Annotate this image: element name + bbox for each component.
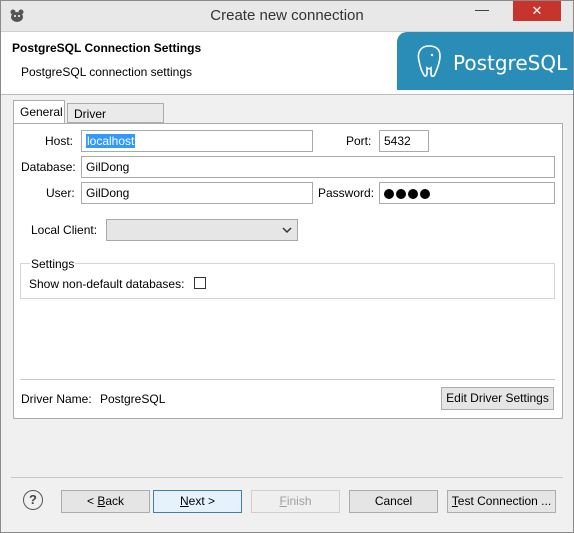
password-label: Password:	[318, 186, 375, 200]
port-input[interactable]: 5432	[379, 130, 429, 152]
show-non-default-label: Show non-default databases:	[29, 277, 185, 291]
postgresql-logo-text: PostgreSQL	[453, 51, 568, 75]
host-input[interactable]: localhost	[81, 130, 313, 152]
close-button[interactable]: ✕	[513, 1, 561, 21]
help-icon[interactable]: ?	[23, 490, 43, 510]
edit-driver-settings-button[interactable]: Edit Driver Settings	[441, 387, 554, 410]
driver-name-label: Driver Name:	[21, 392, 92, 406]
finish-mnemonic: F	[279, 494, 287, 508]
title-bar[interactable]: Create new connection — ✕	[1, 1, 573, 32]
database-value: GilDong	[86, 160, 130, 174]
test-rest: est Connection ...	[457, 494, 552, 508]
page-title: PostgreSQL Connection Settings	[12, 41, 202, 55]
user-label: User:	[46, 186, 75, 200]
test-connection-button[interactable]: Test Connection ...	[447, 490, 556, 513]
wizard-header: PostgreSQL Connection Settings PostgreSQ…	[1, 32, 573, 95]
local-client-label: Local Client:	[31, 223, 98, 237]
local-client-select[interactable]	[106, 219, 298, 241]
cancel-button[interactable]: Cancel	[349, 490, 438, 513]
back-rest: ack	[105, 494, 125, 508]
password-mask-dot	[384, 188, 394, 199]
password-mask-dot	[408, 188, 418, 199]
next-button[interactable]: Next >	[153, 490, 242, 513]
finish-rest: inish	[286, 494, 312, 508]
driver-name-value: PostgreSQL	[100, 392, 166, 406]
port-label: Port:	[346, 134, 372, 148]
finish-button[interactable]: Finish	[251, 490, 340, 513]
postgresql-logo: PostgreSQL	[397, 32, 573, 90]
driver-separator	[20, 379, 555, 380]
port-value: 5432	[384, 134, 411, 148]
next-rest: ext >	[188, 494, 216, 508]
chevron-down-icon	[282, 227, 292, 234]
user-input[interactable]: GilDong	[81, 182, 313, 204]
back-button[interactable]: < Back	[61, 490, 150, 513]
host-label: Host:	[45, 134, 74, 148]
password-mask-dot	[396, 188, 406, 199]
database-input[interactable]: GilDong	[81, 156, 555, 178]
minimize-button[interactable]: —	[469, 1, 495, 21]
bottom-separator	[11, 477, 563, 478]
password-input[interactable]	[379, 182, 555, 204]
next-mnemonic: N	[179, 494, 189, 508]
back-prefix: <	[86, 494, 98, 508]
dialog-window: Create new connection — ✕ PostgreSQL Con…	[0, 0, 574, 533]
page-description: PostgreSQL connection settings	[21, 65, 192, 79]
password-mask-dot	[420, 188, 430, 199]
user-value: GilDong	[86, 186, 130, 200]
database-label: Database:	[21, 160, 76, 174]
postgresql-elephant-icon	[417, 45, 441, 78]
show-non-default-checkbox[interactable]	[194, 277, 206, 289]
host-value: localhost	[86, 134, 136, 148]
settings-group-title: Settings	[30, 257, 76, 271]
tab-driver-properties[interactable]: Driver properties	[67, 103, 164, 141]
tab-general[interactable]: General	[13, 100, 65, 124]
